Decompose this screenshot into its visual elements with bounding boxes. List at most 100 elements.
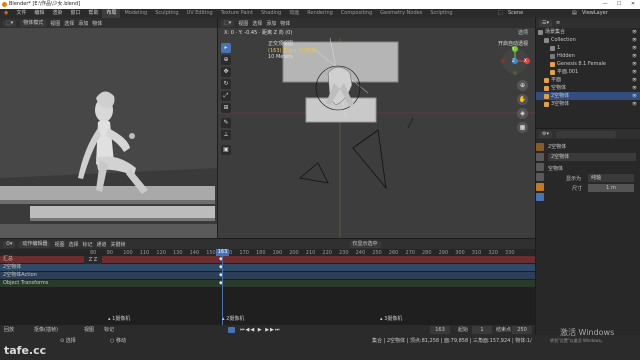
frame-ruler[interactable]: 8090100110120130140150160170180190200210… [0,249,535,256]
playhead-line[interactable] [222,249,223,325]
annotate-tool-icon[interactable]: ✎ [221,118,231,128]
tab-output-icon[interactable] [536,163,544,171]
measure-tool-icon[interactable]: ⟂ [221,130,231,140]
visibility-eye-icon[interactable]: 👁 [632,28,640,36]
channel-track[interactable]: 2空物体 ◆ [0,264,535,271]
workspace-tab-animation[interactable]: 动画 [285,9,303,18]
right-3d-viewport[interactable]: ⬚▾ 视图 选择 添加 物体 X: 0 · Y: -0.45 · 距离 Z 向 … [218,18,535,238]
display-as-dropdown[interactable]: 纯轴 [588,174,634,182]
dope-view-menu[interactable]: 视图 [54,241,64,248]
tab-data-icon[interactable] [536,193,544,201]
channel-track[interactable]: Object Transforms ◆ [0,280,535,287]
tab-scene-icon[interactable] [536,173,544,181]
visibility-eye-icon[interactable]: 👁 [632,52,640,60]
visibility-eye-icon[interactable]: 👁 [632,68,640,76]
dope-key-menu[interactable]: 关键帧 [111,241,126,248]
menu-edit[interactable]: 编辑 [30,9,48,18]
dope-sheet-editor[interactable]: ⏱▾ 动作编辑器 视图 选择 标记 通道 关键帧 仅显示选中 80 90 100 11… [0,239,535,325]
keying-menu[interactable]: 抠像(插帧) [34,325,58,335]
view-menu[interactable]: 视图 [50,20,60,27]
datablock-name-field[interactable]: 2空物体 [548,153,636,161]
dope-mode-dropdown[interactable]: 动作编辑器 [19,240,51,248]
marker-camera-1[interactable]: ▴ 1摄像机 [108,315,130,322]
scale-tool-icon[interactable]: ⤢ [221,91,231,101]
workspace-tab-compositing[interactable]: Compositing [337,9,376,18]
only-selected-toggle[interactable]: 仅显示选中 [349,240,381,248]
workspace-tab-modeling[interactable]: Modeling [120,9,151,18]
start-frame-field[interactable]: 1 [472,326,492,334]
visibility-eye-icon[interactable]: 👁 [632,60,640,68]
add-cube-tool-icon[interactable]: ▣ [221,145,231,155]
visibility-eye-icon[interactable]: 👁 [632,84,640,92]
marker-camera-2[interactable]: ▴ 2摄像机 [222,315,244,322]
workspace-tab-scripting[interactable]: Scripting [426,9,456,18]
marker-camera-3[interactable]: ▴ 3摄像机 [380,315,402,322]
dope-editor-type-button[interactable]: ⏱▾ [3,240,16,248]
select-menu[interactable]: 选择 [252,20,262,27]
menu-help[interactable]: 帮助 [84,9,102,18]
blender-menu-icon[interactable]: ◉ [0,9,12,18]
view-menu[interactable]: 视图 [84,325,94,335]
current-frame-field[interactable]: 163 [430,326,450,334]
end-frame-field[interactable]: 250 [512,326,532,334]
channel-track[interactable]: 汇总 ◆ [0,256,535,263]
tab-render-icon[interactable] [536,153,544,161]
workspace-tab-layout[interactable]: 布局 [102,9,121,18]
transport-controls[interactable]: ⏮◀◀ ▶ ▶▶⏭ [240,325,280,335]
channel-track[interactable]: 2空物体Action ◆ [0,272,535,279]
dope-marker-menu[interactable]: 标记 [82,241,92,248]
tab-object-icon[interactable] [536,183,544,191]
visibility-eye-icon[interactable]: 👁 [632,36,640,44]
add-menu[interactable]: 添加 [78,20,88,27]
outliner-row[interactable]: 1 👁 [536,44,640,52]
close-button[interactable]: ✕ [626,0,640,9]
workspace-tab-geometry-nodes[interactable]: Geometry Nodes [376,9,426,18]
scene-selector[interactable]: Scene [508,9,558,18]
outliner-row[interactable]: 3空物体 👁 [536,100,640,108]
record-toggle-icon[interactable] [228,327,235,333]
visibility-eye-icon[interactable]: 👁 [632,44,640,52]
marker-menu[interactable]: 标记 [104,325,114,335]
move-tool-icon[interactable]: ✥ [221,67,231,77]
object-menu[interactable]: 物体 [92,20,102,27]
visibility-eye-icon[interactable]: 👁 [632,92,640,100]
visibility-eye-icon[interactable]: 👁 [632,100,640,108]
dope-select-menu[interactable]: 选择 [68,241,78,248]
view-layer-selector[interactable]: ViewLayer [582,9,632,18]
properties-editor-type-button[interactable]: ⚙▾ [539,130,552,138]
view-menu[interactable]: 视图 [238,20,248,27]
minimize-button[interactable]: — [598,0,612,9]
transform-tool-icon[interactable]: ⊞ [221,103,231,113]
outliner-row[interactable]: 2空物体 👁 [536,92,640,100]
outliner-editor-type-button[interactable]: ☰▾ [539,19,552,27]
maximize-button[interactable]: ☐ [612,0,626,9]
select-tool-icon[interactable]: ▸ [221,43,231,53]
playback-menu[interactable]: 回放 [4,325,14,335]
outliner-row[interactable]: 平面.001 👁 [536,68,640,76]
outliner-row[interactable]: Collection 👁 [536,36,640,44]
outliner-row[interactable]: 空物体 👁 [536,84,640,92]
current-frame-indicator[interactable]: 163 [216,249,229,256]
add-menu[interactable]: 添加 [266,20,276,27]
menu-window[interactable]: 窗口 [66,9,84,18]
pan-hand-icon[interactable]: ✋ [517,94,528,105]
zoom-toggle-icon[interactable]: Z Z [84,256,102,264]
menu-render[interactable]: 渲染 [48,9,66,18]
outliner-display-mode[interactable]: ≡ [556,20,560,26]
outliner-row[interactable]: 场景集合 👁 [536,28,640,36]
workspace-tab-rendering[interactable]: Rendering [303,9,337,18]
workspace-tab-shading[interactable]: Shading [257,9,285,18]
properties-search-input[interactable] [556,130,616,138]
mode-selector[interactable]: 物体模式 [20,19,47,27]
workspace-tab-sculpting[interactable]: Sculpting [151,9,182,18]
workspace-tab-texture-paint[interactable]: Texture Paint [217,9,257,18]
options-dropdown[interactable]: 选项 [518,29,528,36]
size-field[interactable]: 1 m [588,184,634,192]
camera-view-icon[interactable]: ◈ [517,108,528,119]
left-3d-viewport[interactable]: ⬚▾ 物体模式 视图 选择 添加 物体 [0,18,217,238]
cursor-tool-icon[interactable]: ⊕ [221,55,231,65]
outliner-row[interactable]: Genesis 8.1 Female 👁 [536,60,640,68]
editor-type-button[interactable]: ⬚▾ [221,19,235,27]
zoom-icon[interactable]: ⊕ [517,80,528,91]
tab-tool-icon[interactable] [536,143,544,151]
